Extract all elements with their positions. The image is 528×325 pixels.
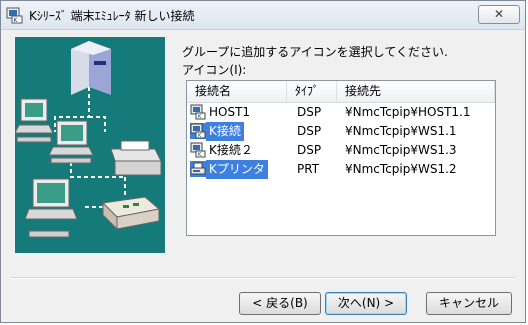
cancel-button[interactable]: キャンセル	[426, 292, 512, 315]
next-button[interactable]: 次へ(N) >	[325, 292, 407, 315]
pc-middle	[48, 120, 94, 164]
terminal-icon: K	[190, 104, 206, 120]
column-header-type[interactable]: ﾀｲﾌﾟ	[287, 81, 337, 102]
instruction-text: グループに追加するアイコンを選択してください.	[182, 45, 448, 59]
row-name: Kプリンタ	[206, 160, 268, 179]
pc-left	[15, 98, 54, 143]
row-target: ¥NmcTcpip¥HOST1.1	[345, 105, 471, 119]
column-header-name[interactable]: 接続名	[187, 81, 287, 102]
row-target: ¥NmcTcpip¥WS1.3	[345, 143, 457, 157]
pc-bottom	[24, 178, 78, 238]
icon-list-label: アイコン(I):	[182, 63, 247, 77]
row-name: K接続	[206, 122, 244, 141]
list-row[interactable]: K K接続２ DSP ¥NmcTcpip¥WS1.3	[187, 141, 495, 160]
network-box	[101, 196, 161, 231]
row-target: ¥NmcTcpip¥WS1.1	[345, 124, 457, 138]
list-row[interactable]: Kプリンタ PRT ¥NmcTcpip¥WS1.2	[187, 160, 495, 179]
dialog-window: K Kｼﾘｰｽﾞ 端末ｴﾐｭﾚｰﾀ 新しい接続 ✕ グループに追加するアイコンを…	[0, 0, 526, 323]
list-row[interactable]: K HOST1 DSP ¥NmcTcpip¥HOST1.1	[187, 103, 495, 122]
row-type: PRT	[297, 162, 320, 176]
column-header-target[interactable]: 接続先	[337, 81, 495, 102]
connection-list[interactable]: 接続名 ﾀｲﾌﾟ 接続先 K HOST1 DSP ¥NmcTcpip¥HOST1…	[186, 80, 496, 236]
row-name: HOST1	[209, 105, 251, 119]
host-tower	[71, 41, 111, 95]
row-type: DSP	[297, 105, 322, 119]
row-target: ¥NmcTcpip¥WS1.2	[345, 162, 457, 176]
app-icon: K	[6, 7, 23, 24]
back-button[interactable]: < 戻る(B)	[239, 292, 321, 315]
list-header: 接続名 ﾀｲﾌﾟ 接続先	[187, 81, 495, 103]
printer-icon	[190, 161, 206, 177]
list-row[interactable]: K K接続 DSP ¥NmcTcpip¥WS1.1	[187, 122, 495, 141]
close-button[interactable]: ✕	[478, 5, 520, 24]
row-type: DSP	[297, 124, 322, 138]
terminal-icon: K	[190, 142, 206, 158]
printer	[110, 140, 162, 176]
row-type: DSP	[297, 143, 322, 157]
row-name: K接続２	[209, 143, 253, 157]
title-bar[interactable]: K Kｼﾘｰｽﾞ 端末ｴﾐｭﾚｰﾀ 新しい接続 ✕	[1, 1, 525, 30]
window-title: Kｼﾘｰｽﾞ 端末ｴﾐｭﾚｰﾀ 新しい接続	[29, 9, 195, 23]
button-separator	[11, 277, 515, 279]
close-icon: ✕	[493, 7, 505, 21]
terminal-icon: K	[190, 123, 206, 139]
network-illustration	[15, 37, 165, 253]
